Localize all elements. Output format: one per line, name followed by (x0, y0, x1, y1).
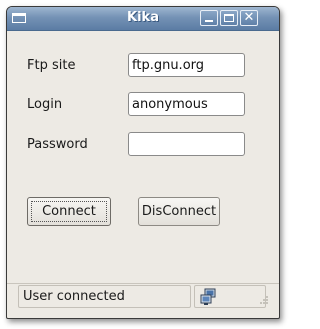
login-label: Login (27, 97, 63, 112)
app-window: Kika ✕ Ftp site Login Password Connect D… (6, 6, 280, 319)
status-bar: User connected (7, 283, 279, 318)
password-label: Password (27, 137, 88, 152)
maximize-icon (224, 14, 234, 22)
ftp-site-label: Ftp site (27, 58, 76, 73)
ftp-site-input[interactable] (128, 53, 245, 77)
resize-grip[interactable] (259, 295, 269, 305)
window-title: Kika (127, 10, 159, 25)
network-connected-icon (200, 288, 216, 305)
status-icon-panel (194, 285, 266, 308)
disconnect-button-label: DisConnect (141, 204, 217, 219)
close-icon: ✕ (243, 10, 255, 25)
password-input[interactable] (128, 132, 245, 156)
login-input[interactable] (128, 92, 245, 116)
minimize-icon (205, 20, 213, 22)
disconnect-button[interactable]: DisConnect (138, 197, 220, 226)
minimize-button[interactable] (200, 10, 218, 26)
status-separator (7, 283, 279, 284)
connect-button[interactable]: Connect (27, 197, 111, 226)
status-message: User connected (23, 289, 125, 304)
connect-button-label: Connect (42, 204, 96, 219)
title-bar[interactable]: Kika ✕ (7, 7, 279, 31)
close-button[interactable]: ✕ (240, 10, 258, 26)
status-message-panel: User connected (18, 285, 191, 308)
maximize-button[interactable] (220, 10, 238, 26)
